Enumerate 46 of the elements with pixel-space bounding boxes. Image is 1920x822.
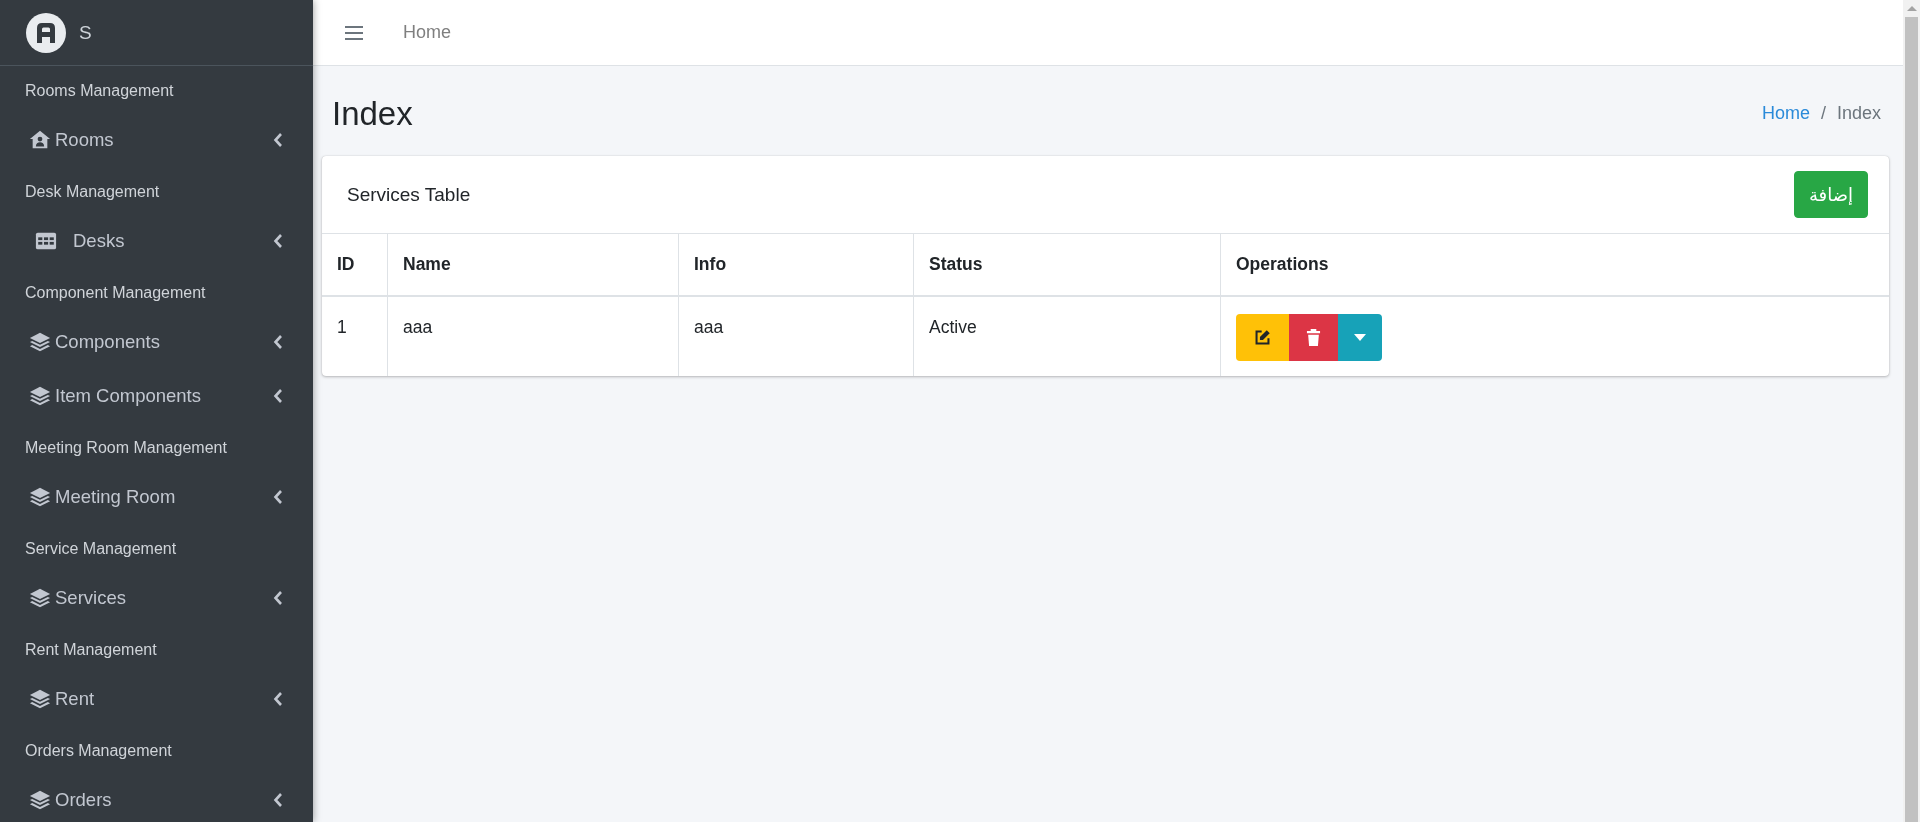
- menu-icon: [345, 26, 363, 40]
- column-header: Info: [678, 234, 914, 296]
- nav-item[interactable]: Rooms: [0, 113, 313, 167]
- table-cell: aaa: [678, 296, 914, 376]
- trash-icon: [1306, 328, 1321, 347]
- table-cell: 1: [322, 296, 388, 376]
- edit-icon: [1254, 329, 1271, 346]
- layers-icon: [29, 587, 51, 609]
- caret-down-icon: [1354, 334, 1366, 341]
- nav-item[interactable]: Rent: [0, 672, 313, 726]
- nav-section-header: Orders Management: [24, 740, 173, 761]
- nav-section-header: Component Management: [24, 282, 207, 303]
- breadcrumb-current: Index: [1836, 102, 1881, 124]
- home-link[interactable]: Home: [403, 22, 451, 43]
- page-title: Index: [332, 95, 413, 133]
- nav-section-header: Desk Management: [24, 181, 161, 202]
- house-icon: [29, 129, 51, 151]
- nav-section-header: Meeting Room Management: [24, 437, 228, 458]
- nav-item[interactable]: Meeting Room: [0, 470, 313, 524]
- nav-item[interactable]: Orders: [0, 773, 313, 822]
- nav-item[interactable]: Desks: [0, 214, 313, 268]
- card-title: Services Table: [347, 183, 471, 206]
- column-header: Status: [913, 234, 1221, 296]
- table-cell: Active: [913, 296, 1221, 376]
- nav-section-header: Rooms Management: [24, 80, 175, 101]
- nav-section-header: Rent Management: [24, 639, 158, 660]
- breadcrumb-separator: /: [1820, 102, 1826, 124]
- nav-item[interactable]: Components: [0, 315, 313, 369]
- column-header: Operations: [1220, 234, 1889, 296]
- layers-icon: [29, 486, 51, 508]
- nav-item[interactable]: Item Components: [0, 369, 313, 423]
- table-cell: aaa: [387, 296, 679, 376]
- scrollbar[interactable]: [1903, 0, 1920, 822]
- brand-name[interactable]: S: [79, 21, 92, 44]
- column-header: Name: [387, 234, 679, 296]
- logo-icon: [26, 12, 66, 53]
- table-grid-icon: [35, 230, 57, 252]
- layers-icon: [29, 385, 51, 407]
- layers-icon: [29, 688, 51, 710]
- layers-icon: [29, 789, 51, 811]
- nav-section-header: Service Management: [24, 538, 178, 559]
- layers-icon: [29, 331, 51, 353]
- column-header: ID: [322, 234, 388, 296]
- delete-button[interactable]: [1289, 314, 1338, 361]
- edit-button[interactable]: [1236, 314, 1289, 361]
- nav-item[interactable]: Services: [0, 571, 313, 625]
